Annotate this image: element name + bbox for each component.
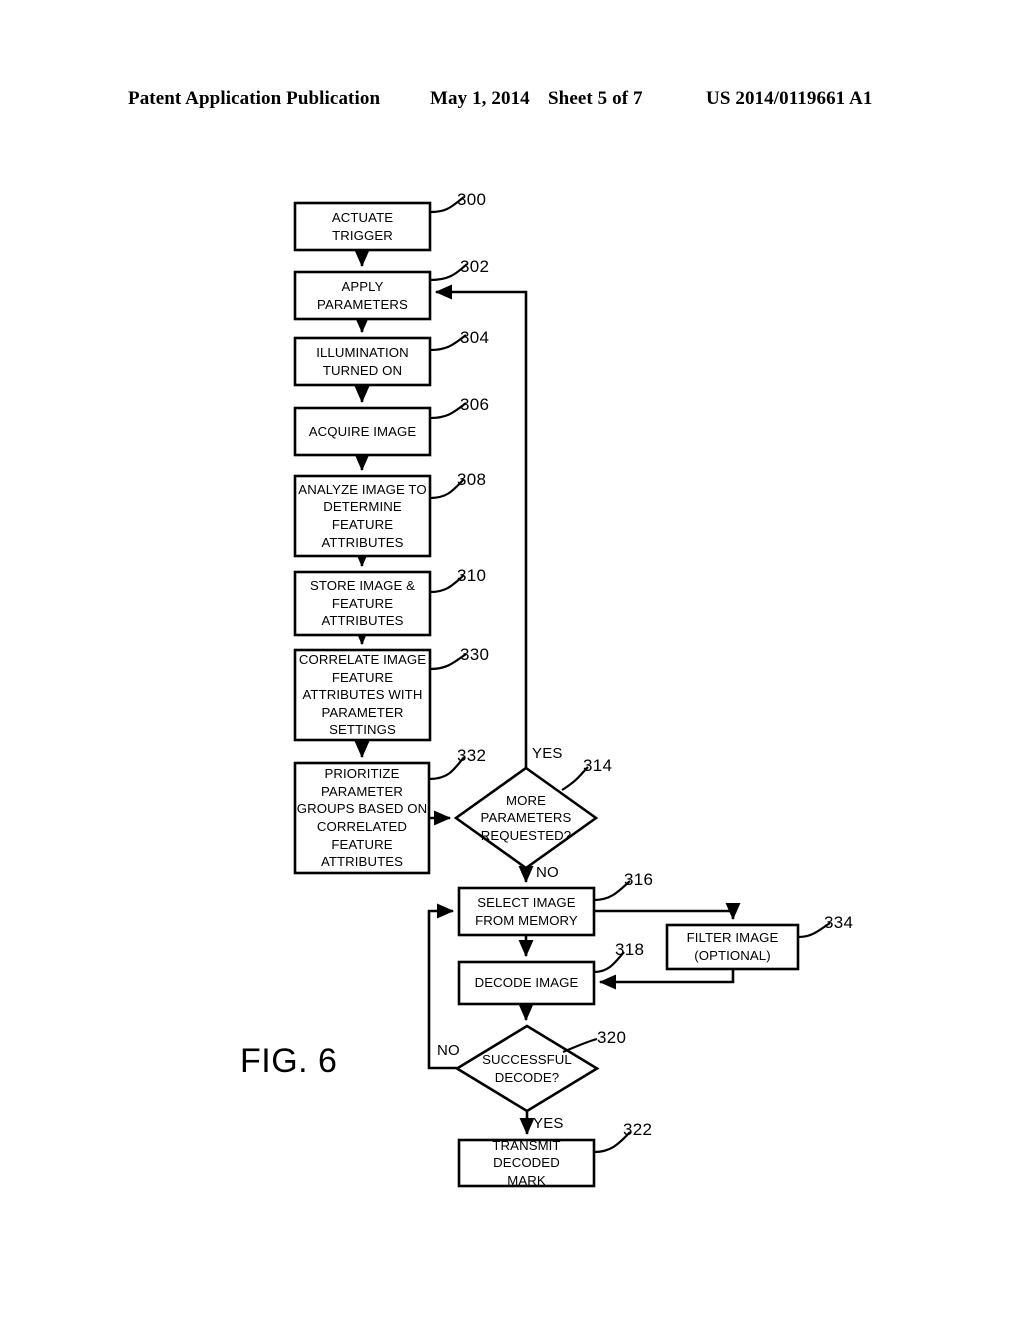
node-label-334: FILTER IMAGE (OPTIONAL) bbox=[686, 930, 779, 963]
node-label-316: SELECT IMAGE FROM MEMORY bbox=[475, 894, 578, 928]
node-label-330: CORRELATE IMAGE FEATURE ATTRIBUTES WITH … bbox=[298, 652, 427, 738]
edge-label-yes-0: YES bbox=[532, 745, 563, 762]
reference-number-332: 332 bbox=[457, 746, 487, 765]
node-label-314: MORE PARAMETERS REQUESTED? bbox=[480, 792, 572, 843]
reference-number-302: 302 bbox=[460, 257, 490, 276]
reference-number-306: 306 bbox=[460, 395, 490, 414]
connector-c-334-318 bbox=[598, 969, 735, 990]
connector-c-314-yes-feedback bbox=[434, 284, 528, 768]
patent-figure-page: Patent Application Publication May 1, 20… bbox=[0, 0, 1024, 1320]
edge-label-no-2: NO bbox=[437, 1042, 460, 1059]
reference-number-308: 308 bbox=[457, 470, 487, 489]
node-label-322: TRANSMIT DECODED MARK bbox=[492, 1137, 561, 1188]
reference-number-318: 318 bbox=[615, 940, 645, 959]
node-label-302: APPLY PARAMETERS bbox=[317, 278, 408, 312]
flowchart-drawing bbox=[293, 196, 831, 1188]
reference-number-314: 314 bbox=[583, 756, 613, 775]
reference-number-310: 310 bbox=[457, 566, 487, 585]
node-label-300: ACTUATE TRIGGER bbox=[331, 209, 394, 243]
node-label-308: ANALYZE IMAGE TO DETERMINE FEATURE ATTRI… bbox=[298, 481, 427, 550]
reference-number-330: 330 bbox=[460, 645, 490, 664]
node-label-318: DECODE IMAGE bbox=[474, 975, 579, 991]
node-label-310: STORE IMAGE & FEATURE ATTRIBUTES bbox=[309, 578, 416, 629]
connector-c-316-334 bbox=[594, 902, 741, 921]
reference-number-300: 300 bbox=[457, 190, 487, 209]
reference-number-334: 334 bbox=[824, 913, 854, 932]
node-label-320: SUCCESSFUL DECODE? bbox=[482, 1051, 572, 1085]
edge-label-yes-3: YES bbox=[533, 1115, 564, 1132]
edge-label-no-1: NO bbox=[536, 864, 559, 881]
node-label-306: ACQUIRE IMAGE bbox=[308, 423, 417, 439]
reference-number-316: 316 bbox=[624, 870, 654, 889]
reference-number-304: 304 bbox=[460, 328, 490, 347]
node-label-332: PRIORITIZE PARAMETER GROUPS BASED ON COR… bbox=[296, 766, 428, 870]
reference-number-322: 322 bbox=[623, 1120, 653, 1139]
node-label-304: ILLUMINATION TURNED ON bbox=[316, 344, 409, 378]
reference-number-320: 320 bbox=[597, 1028, 627, 1047]
